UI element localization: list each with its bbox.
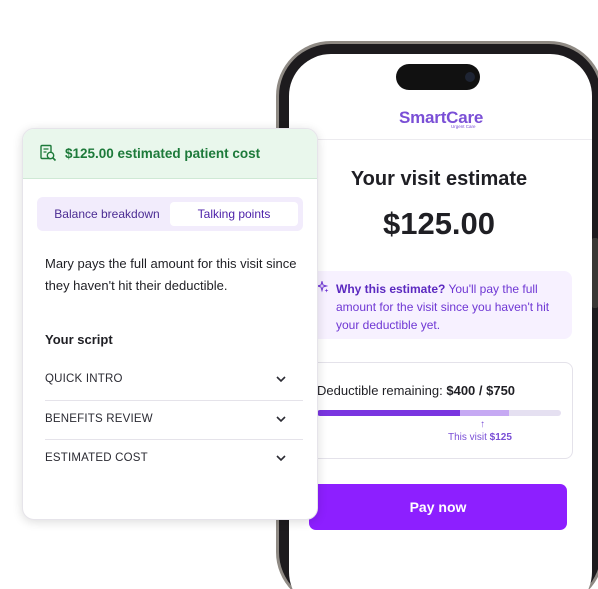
accordion-estimated-cost[interactable]: ESTIMATED COST [45,440,303,478]
talking-points-summary: Mary pays the full amount for this visit… [45,256,297,293]
tab-balance-breakdown[interactable]: Balance breakdown [43,202,171,226]
camera-icon [465,72,475,82]
accordion-quick-intro[interactable]: QUICK INTRO [45,361,303,399]
estimate-amount: $125.00 [382,206,496,241]
deductible-progress-bar [317,410,561,416]
visit-note-prefix: This visit [448,432,490,443]
receipt-search-icon [40,144,57,162]
deductible-value: $400 / $750 [446,383,516,398]
deductible-label: Deductible remaining: $400 / $750 [317,383,515,398]
agent-card: $125.00 estimated patient cost Balance b… [22,128,318,520]
script-title: Your script [45,332,113,347]
arrow-up-icon: ↑ [480,419,485,430]
estimated-cost-banner-text: $125.00 estimated patient cost [65,146,261,161]
phone-side-button [592,238,598,308]
chevron-down-icon [276,376,286,383]
why-estimate-text: Why this estimate? You'll pay the full a… [336,280,568,334]
accordion-label: BENEFITS REVIEW [45,413,153,425]
why-heading: Why this estimate? [336,282,446,296]
logo-subtitle: Urgent Care [451,124,476,129]
accordion-label: QUICK INTRO [45,373,123,385]
estimate-title: Your visit estimate [350,168,528,190]
deductible-label-text: Deductible remaining: [317,383,447,398]
sparkle-icon [317,281,329,293]
accordion-label: ESTIMATED COST [45,452,148,464]
tab-talking-points[interactable]: Talking points [170,202,298,226]
chevron-down-icon [276,416,286,423]
visit-portion-fill [460,410,510,416]
visit-note: This visit $125 [448,432,512,443]
deductible-used-fill [317,410,461,416]
stage: SmartCare Urgent Care Your visit estimat… [0,0,598,589]
tab-bar: Balance breakdown Talking points [37,197,303,231]
chevron-down-icon [276,455,286,462]
estimate-banner: $125.00 estimated patient cost [23,129,317,179]
pay-now-button[interactable]: Pay now [309,484,567,530]
visit-note-amount: $125 [489,432,512,443]
accordion-benefits-review[interactable]: BENEFITS REVIEW [45,401,303,439]
